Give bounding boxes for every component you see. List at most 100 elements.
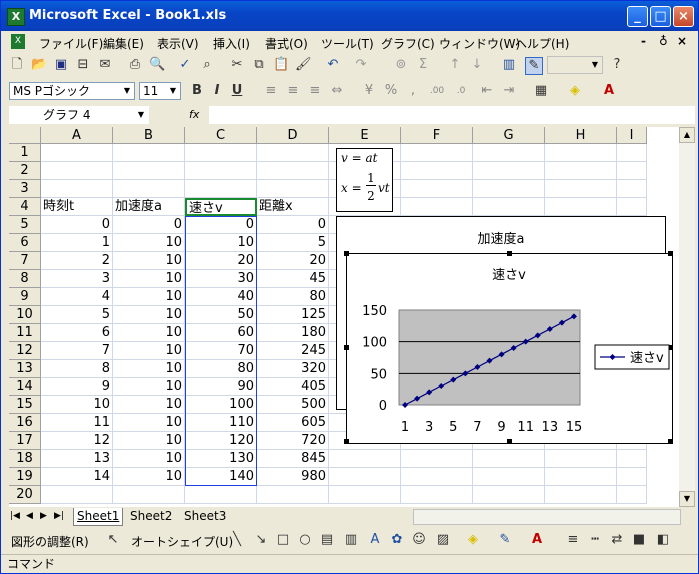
cell-c16[interactable]: 110 — [185, 414, 257, 432]
cell-b12[interactable]: 10 — [113, 342, 185, 360]
cell-a18[interactable]: 13 — [41, 450, 113, 468]
cell-d11[interactable]: 180 — [257, 324, 329, 342]
underline-button[interactable]: U — [229, 83, 245, 99]
cell-f4[interactable] — [401, 198, 473, 216]
cell-b5[interactable]: 0 — [113, 216, 185, 234]
percent-icon[interactable]: % — [383, 83, 399, 99]
font-color-icon[interactable]: A — [601, 83, 617, 99]
cell-f1[interactable] — [401, 144, 473, 162]
row-header-5[interactable]: 5 — [9, 216, 41, 234]
cell-e20[interactable] — [329, 486, 401, 504]
cell-b17[interactable]: 10 — [113, 432, 185, 450]
cell-i20[interactable] — [617, 486, 647, 504]
cell-a4[interactable]: 時刻t — [41, 198, 113, 216]
decrease-decimal-icon[interactable]: .0 — [453, 83, 469, 99]
cell-h4[interactable] — [545, 198, 617, 216]
format-painter-icon[interactable]: 🖌 — [295, 57, 312, 73]
cell-c6[interactable]: 10 — [185, 234, 257, 252]
picture-icon[interactable]: ▨ — [435, 532, 451, 548]
cell-b9[interactable]: 10 — [113, 288, 185, 306]
cell-c11[interactable]: 60 — [185, 324, 257, 342]
new-icon[interactable]: 🗋 — [9, 57, 25, 73]
borders-icon[interactable]: ▦ — [533, 83, 549, 99]
row-header-6[interactable]: 6 — [9, 234, 41, 252]
cell-d7[interactable]: 20 — [257, 252, 329, 270]
cell-h20[interactable] — [545, 486, 617, 504]
cell-b13[interactable]: 10 — [113, 360, 185, 378]
text-box-icon[interactable]: ▤ — [319, 532, 335, 548]
doc-restore-button[interactable]: ♁ — [659, 34, 668, 48]
row-header-11[interactable]: 11 — [9, 324, 41, 342]
cell-d9[interactable]: 80 — [257, 288, 329, 306]
cell-g2[interactable] — [473, 162, 545, 180]
column-header-e[interactable]: E — [329, 127, 401, 144]
tab-sheet1[interactable]: Sheet1 — [73, 508, 124, 526]
cell-b11[interactable]: 10 — [113, 324, 185, 342]
cell-g19[interactable] — [473, 468, 545, 486]
cell-c1[interactable] — [185, 144, 257, 162]
open-icon[interactable]: 📂 — [31, 57, 47, 73]
tab-sheet2[interactable]: Sheet2 — [127, 508, 175, 525]
cell-c13[interactable]: 80 — [185, 360, 257, 378]
cell-e19[interactable] — [329, 468, 401, 486]
vertical-text-box-icon[interactable]: ▥ — [343, 532, 359, 548]
cell-a6[interactable]: 1 — [41, 234, 113, 252]
cell-i3[interactable] — [617, 180, 647, 198]
cell-a19[interactable]: 14 — [41, 468, 113, 486]
cell-i4[interactable] — [617, 198, 647, 216]
paste-icon[interactable]: 📋 — [273, 57, 289, 73]
cell-c9[interactable]: 40 — [185, 288, 257, 306]
cell-b20[interactable] — [113, 486, 185, 504]
row-header-17[interactable]: 17 — [9, 432, 41, 450]
zoom-combo[interactable]: ▼ — [547, 56, 603, 74]
bold-button[interactable]: B — [189, 83, 205, 99]
row-header-8[interactable]: 8 — [9, 270, 41, 288]
cell-b2[interactable] — [113, 162, 185, 180]
increase-decimal-icon[interactable]: .00 — [429, 83, 445, 99]
shadow-icon[interactable]: ■ — [631, 532, 647, 548]
cut-icon[interactable]: ✂ — [229, 57, 245, 73]
align-right-icon[interactable]: ≡ — [307, 83, 323, 99]
doc-close-button[interactable]: × — [677, 34, 687, 48]
cell-a11[interactable]: 6 — [41, 324, 113, 342]
cell-d20[interactable] — [257, 486, 329, 504]
fill-color-icon[interactable]: ◈ — [567, 83, 583, 99]
column-header-d[interactable]: D — [257, 127, 329, 144]
row-header-19[interactable]: 19 — [9, 468, 41, 486]
cell-c14[interactable]: 90 — [185, 378, 257, 396]
cell-f3[interactable] — [401, 180, 473, 198]
cell-d15[interactable]: 500 — [257, 396, 329, 414]
cell-a5[interactable]: 0 — [41, 216, 113, 234]
autoshape-menu[interactable]: オートシェイプ(U) — [131, 533, 233, 550]
row-header-14[interactable]: 14 — [9, 378, 41, 396]
save-icon[interactable]: ▣ — [53, 57, 69, 73]
row-header-3[interactable]: 3 — [9, 180, 41, 198]
sort-descending-icon[interactable]: ↓ — [469, 57, 485, 73]
menu-window[interactable]: ウィンドウ(W) — [439, 35, 520, 52]
clip-art-icon[interactable]: ☺ — [411, 532, 427, 548]
cell-f18[interactable] — [401, 450, 473, 468]
cell-a10[interactable]: 5 — [41, 306, 113, 324]
cell-b1[interactable] — [113, 144, 185, 162]
row-header-1[interactable]: 1 — [9, 144, 41, 162]
maximize-button[interactable]: □ — [650, 6, 671, 27]
worksheet-grid[interactable]: A B C D E F G H I 1 2 3 4 時刻t 加速度a 速さv 距離x 5 0 0 0 0 6 1 10 10 5 7 2… — [9, 127, 679, 507]
cell-d17[interactable]: 720 — [257, 432, 329, 450]
cell-c7[interactable]: 20 — [185, 252, 257, 270]
cell-a16[interactable]: 11 — [41, 414, 113, 432]
cell-h3[interactable] — [545, 180, 617, 198]
menu-tools[interactable]: ツール(T) — [321, 35, 374, 52]
next-sheet-icon[interactable]: ▶ — [37, 508, 50, 525]
cell-b10[interactable]: 10 — [113, 306, 185, 324]
cell-b19[interactable]: 10 — [113, 468, 185, 486]
wordart-icon[interactable]: A — [367, 532, 383, 548]
drawing-toggle-icon[interactable]: ✎ — [525, 57, 543, 75]
hyperlink-icon[interactable]: ⊚ — [393, 57, 409, 73]
row-header-4[interactable]: 4 — [9, 198, 41, 216]
3d-style-icon[interactable]: ◧ — [655, 532, 671, 548]
italic-button[interactable]: I — [209, 83, 225, 99]
close-button[interactable]: × — [673, 6, 694, 27]
cell-g3[interactable] — [473, 180, 545, 198]
cell-g4[interactable] — [473, 198, 545, 216]
permission-icon[interactable]: ⊟ — [75, 57, 91, 73]
